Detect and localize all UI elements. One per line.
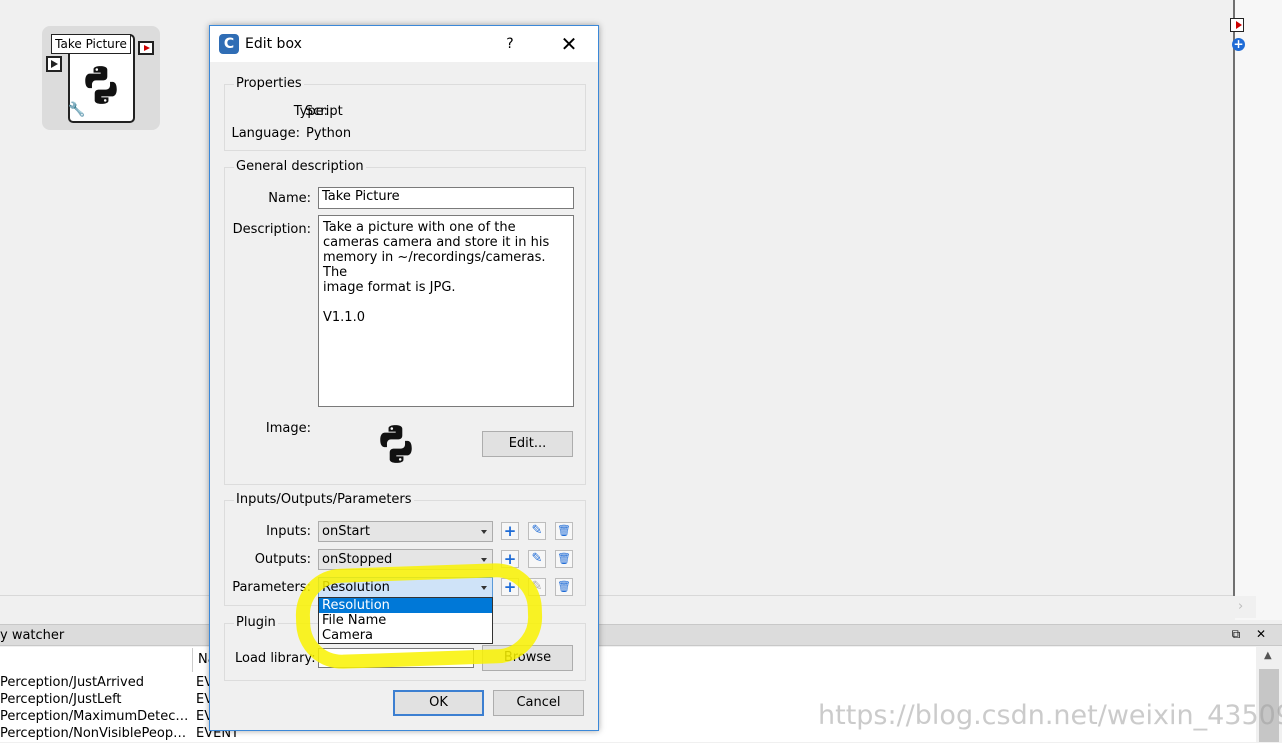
dialog-titlebar[interactable]: C Edit box ? ✕: [210, 26, 598, 62]
delete-parameter-button[interactable]: 🗑: [555, 578, 573, 596]
io-parameters-group: Inputs/Outputs/Parameters Inputs: onStar…: [224, 492, 586, 606]
language-label: Language:: [231, 126, 300, 141]
description-line: memory in ~/recordings/cameras. The: [323, 250, 546, 280]
image-label: Image:: [265, 421, 311, 436]
canvas-horizontal-scrollbar[interactable]: [0, 596, 1256, 618]
wrench-icon[interactable]: 🔧: [68, 102, 85, 118]
group-title: Inputs/Outputs/Parameters: [234, 492, 414, 507]
memory-key: Perception/JustLeft: [0, 692, 122, 707]
outputs-label: Outputs:: [254, 552, 311, 567]
group-title: Properties: [234, 76, 304, 91]
canvas-right-panel: [1235, 0, 1282, 620]
edit-image-button[interactable]: Edit...: [482, 431, 573, 457]
watcher-title: y watcher: [0, 628, 65, 643]
python-icon: [380, 425, 412, 463]
help-button[interactable]: ?: [498, 32, 522, 56]
memory-key: Perception/MaximumDetec…: [0, 709, 189, 724]
general-description-group: General description Name: Take Picture D…: [224, 159, 586, 485]
description-label: Description:: [232, 222, 311, 237]
description-line: cameras camera and store it in his: [323, 235, 550, 250]
flow-diagram-canvas[interactable]: [0, 0, 1233, 596]
browse-button[interactable]: Browse: [482, 645, 573, 671]
description-version: V1.1.0: [323, 310, 365, 325]
add-output-icon[interactable]: +: [1232, 38, 1245, 51]
delete-input-button[interactable]: 🗑: [555, 522, 573, 540]
name-field[interactable]: Take Picture: [318, 187, 574, 209]
memory-key: Perception/NonVisiblePeop…: [0, 726, 187, 741]
app-icon: C: [219, 34, 239, 54]
inputs-selected-value: onStart: [322, 524, 370, 539]
dialog-title: Edit box: [245, 36, 302, 52]
parameters-dropdown-list[interactable]: Resolution File Name Camera: [318, 597, 493, 644]
scroll-up-icon[interactable]: ▲: [1264, 650, 1272, 661]
python-icon: [85, 66, 117, 104]
edit-input-button[interactable]: ✎: [528, 522, 546, 540]
add-input-button[interactable]: +: [501, 522, 519, 540]
parameters-selected-value: Resolution: [322, 580, 390, 595]
inputs-select[interactable]: onStart: [318, 521, 493, 542]
box-output-port-icon[interactable]: [138, 41, 154, 55]
outputs-select[interactable]: onStopped: [318, 549, 493, 570]
parameters-select[interactable]: Resolution: [318, 577, 493, 598]
list-item[interactable]: Resolution: [319, 598, 492, 613]
cancel-button[interactable]: Cancel: [493, 690, 584, 716]
add-parameter-button[interactable]: +: [501, 578, 519, 596]
inputs-label: Inputs:: [266, 524, 311, 539]
type-value: Script: [305, 104, 343, 119]
box-input-port-icon[interactable]: [46, 56, 62, 72]
load-library-field[interactable]: [318, 648, 474, 668]
add-output-button[interactable]: +: [501, 550, 519, 568]
description-line: Take a picture with one of the: [323, 220, 516, 235]
close-button[interactable]: ✕: [555, 32, 583, 56]
chevron-down-icon: [481, 558, 487, 562]
watcher-panel-header: y watcher ⧉ ✕: [0, 624, 1282, 646]
group-title: General description: [234, 159, 366, 174]
name-label: Name:: [268, 191, 311, 206]
output-port-icon[interactable]: [1230, 18, 1244, 32]
take-picture-box[interactable]: Take Picture 🔧: [42, 26, 160, 130]
list-item[interactable]: Camera: [319, 628, 492, 643]
properties-group: Properties Type: Script Language: Python: [224, 76, 586, 151]
scroll-right-icon[interactable]: ›: [1238, 599, 1243, 614]
box-title: Take Picture: [51, 34, 131, 54]
memory-key: Perception/JustArrived: [0, 675, 144, 690]
load-library-label: Load library:: [235, 651, 316, 666]
watermark: https://blog.csdn.net/weixin_43509791: [818, 700, 1282, 731]
parameters-label: Parameters:: [232, 580, 311, 595]
chevron-down-icon: [481, 586, 487, 590]
language-value: Python: [306, 126, 352, 141]
table-row[interactable]: Perception/JustArrived EV: [0, 675, 1256, 692]
watcher-window-buttons[interactable]: ⧉ ✕: [1232, 627, 1272, 642]
delete-output-button[interactable]: 🗑: [555, 550, 573, 568]
group-title: Plugin: [234, 615, 278, 630]
edit-box-dialog: C Edit box ? ✕ Properties Type: Script L…: [209, 25, 599, 731]
ok-button[interactable]: OK: [393, 690, 484, 716]
chevron-down-icon: [481, 530, 487, 534]
column-divider[interactable]: [192, 648, 193, 672]
edit-parameter-button[interactable]: ✎: [528, 578, 546, 596]
description-line: image format is JPG.: [323, 280, 456, 295]
list-item[interactable]: File Name: [319, 613, 492, 628]
outputs-selected-value: onStopped: [322, 552, 393, 567]
description-textarea[interactable]: Take a picture with one of the cameras c…: [318, 215, 574, 407]
edit-output-button[interactable]: ✎: [528, 550, 546, 568]
